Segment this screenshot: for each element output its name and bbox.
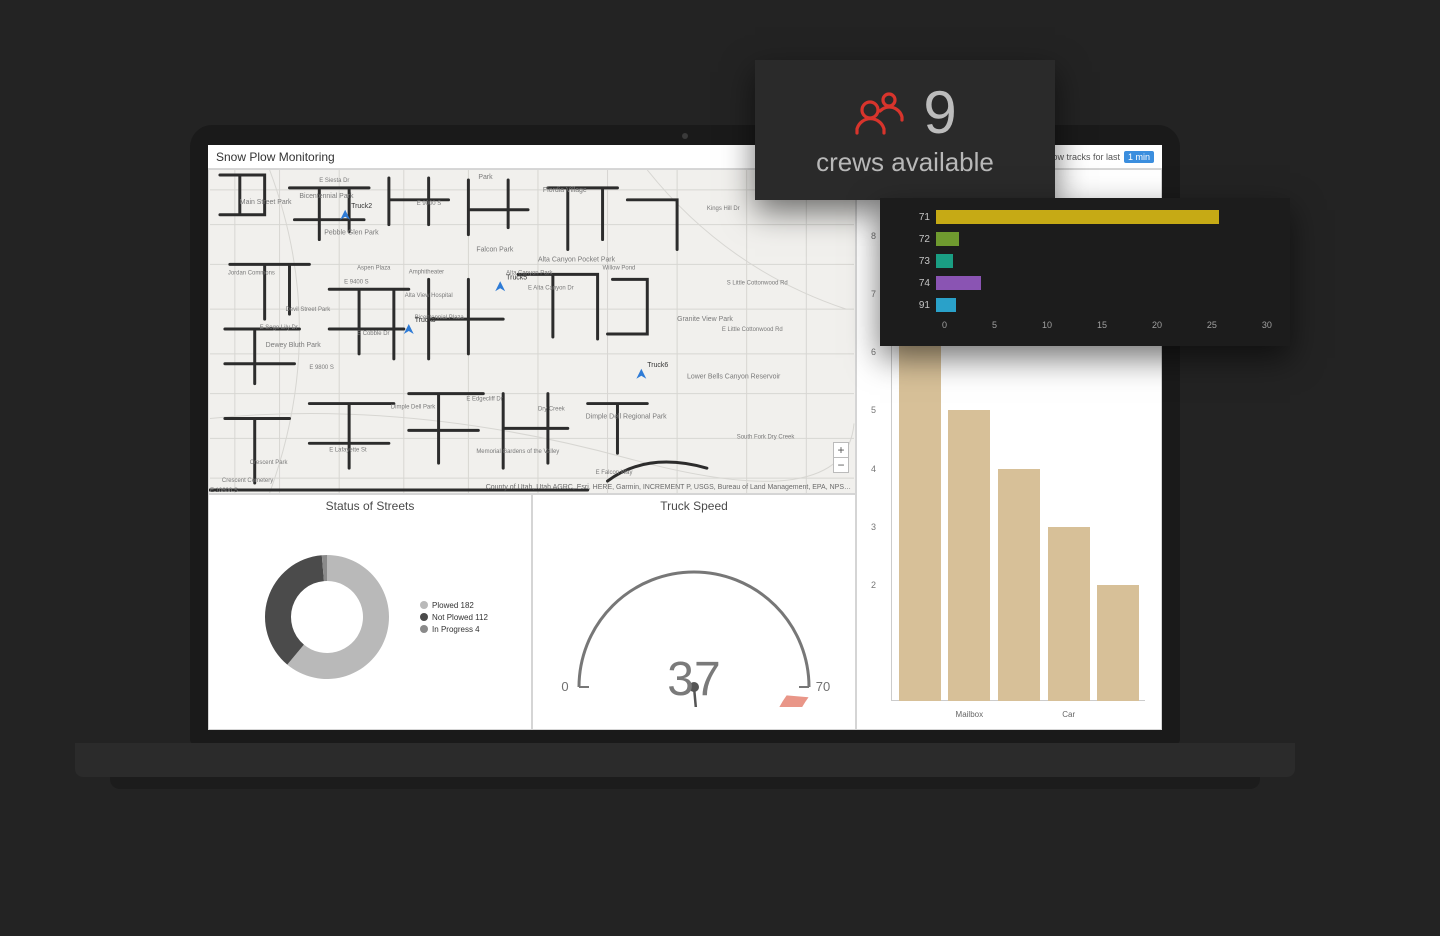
- svg-text:E Siesta Dr: E Siesta Dr: [319, 178, 349, 184]
- laptop-base: [75, 743, 1295, 777]
- vertical-bar[interactable]: [948, 410, 990, 701]
- hbar-row[interactable]: 91: [914, 294, 1272, 316]
- svg-text:E Alta Canyon Dr: E Alta Canyon Dr: [528, 285, 574, 291]
- svg-text:E 9400 S: E 9400 S: [344, 279, 369, 285]
- hbar-row[interactable]: 72: [914, 228, 1272, 250]
- hbar-row[interactable]: 74: [914, 272, 1272, 294]
- laptop-foot: [110, 777, 1260, 789]
- crews-count: 9: [923, 83, 956, 143]
- map-svg[interactable]: E Siesta Dr Bicentennial Park Main Street …: [209, 170, 855, 493]
- svg-text:E Sego Lily Dr: E Sego Lily Dr: [260, 325, 298, 331]
- crews-available-card: 9 crews available: [755, 60, 1055, 200]
- dashboard-title: Snow Plow Monitoring: [216, 150, 335, 164]
- camera-dot: [682, 133, 688, 139]
- truck-marker[interactable]: Truck5: [495, 274, 527, 291]
- svg-text:E 9800 S: E 9800 S: [309, 365, 334, 371]
- svg-text:Truck2: Truck2: [351, 203, 372, 210]
- svg-text:Granite View Park: Granite View Park: [677, 316, 733, 323]
- vertical-bar[interactable]: [998, 469, 1040, 701]
- map-panel[interactable]: E Siesta Dr Bicentennial Park Main Street …: [208, 169, 856, 494]
- svg-text:Memorial Gardens of the Valley: Memorial Gardens of the Valley: [476, 449, 559, 455]
- svg-text:Jordan Commons: Jordan Commons: [228, 270, 275, 276]
- streets-title: Status of Streets: [209, 495, 531, 517]
- speed-title: Truck Speed: [533, 495, 855, 517]
- svg-text:Amphitheater: Amphitheater: [409, 269, 444, 275]
- svg-text:E Cobble Dr: E Cobble Dr: [357, 331, 389, 337]
- speed-panel: Truck Speed 010203040506070 37: [532, 494, 856, 730]
- svg-text:S Little Cottonwood Rd: S Little Cottonwood Rd: [727, 280, 788, 286]
- svg-text:E 10600 S: E 10600 S: [210, 488, 238, 493]
- svg-text:Bicentennial Park: Bicentennial Park: [299, 193, 354, 200]
- svg-text:Dimple Dell Regional Park: Dimple Dell Regional Park: [586, 413, 668, 420]
- svg-text:Truck5: Truck5: [506, 274, 527, 281]
- map-zoom-control[interactable]: + −: [833, 442, 849, 473]
- truck-marker[interactable]: Truck2: [340, 203, 372, 220]
- svg-text:Willow Pond: Willow Pond: [603, 265, 636, 271]
- svg-text:Aspen Plaza: Aspen Plaza: [357, 265, 391, 271]
- svg-text:Kings Hill Dr: Kings Hill Dr: [707, 206, 740, 212]
- svg-text:E Edgecliff Dr: E Edgecliff Dr: [466, 397, 502, 403]
- svg-text:Lower Bells Canyon Reservoir: Lower Bells Canyon Reservoir: [687, 374, 781, 381]
- legend-item[interactable]: Plowed 182: [420, 601, 488, 610]
- tracks-control[interactable]: Show tracks for last 1 min: [1041, 151, 1154, 163]
- svg-text:Truck6: Truck6: [647, 362, 668, 369]
- svg-text:E Falcon Way: E Falcon Way: [596, 470, 633, 476]
- truck-marker[interactable]: Truck3: [404, 317, 436, 334]
- tracks-value[interactable]: 1 min: [1124, 151, 1154, 163]
- hbar-row[interactable]: 73: [914, 250, 1272, 272]
- svg-text:Dry Creek: Dry Creek: [538, 407, 565, 413]
- svg-text:Falcon Park: Falcon Park: [476, 246, 514, 253]
- svg-text:Flordia Village: Flordia Village: [543, 187, 587, 194]
- svg-text:Alta View Hospital: Alta View Hospital: [405, 293, 453, 299]
- svg-text:E Lafayette St: E Lafayette St: [329, 447, 367, 453]
- svg-text:Truck3: Truck3: [415, 317, 436, 324]
- svg-text:Crescent Cemetery: Crescent Cemetery: [222, 478, 273, 484]
- hbar-row[interactable]: 71: [914, 206, 1272, 228]
- svg-text:E 9000 S: E 9000 S: [417, 201, 442, 207]
- people-icon: [853, 89, 907, 137]
- streets-legend: Plowed 182 Not Plowed 112 In Progress 4: [420, 598, 488, 637]
- map-attribution: County of Utah, Utah AGRC, Esri, HERE, G…: [486, 484, 851, 491]
- popup-bar-chart[interactable]: 7172737491051015202530: [880, 198, 1290, 346]
- streets-donut-chart[interactable]: [252, 542, 402, 692]
- svg-text:E Little Cottonwood Rd: E Little Cottonwood Rd: [722, 327, 783, 333]
- speed-value: 37: [533, 652, 855, 707]
- truck-marker[interactable]: Truck6: [636, 362, 668, 379]
- svg-text:Dewey Bluth Park: Dewey Bluth Park: [266, 342, 322, 349]
- svg-text:Main Street Park: Main Street Park: [240, 199, 292, 206]
- svg-text:Park: Park: [478, 174, 493, 181]
- svg-text:Alta Canyon Pocket Park: Alta Canyon Pocket Park: [538, 256, 616, 263]
- svg-text:Pebble Glen Park: Pebble Glen Park: [324, 230, 379, 237]
- svg-text:Devil Street Park: Devil Street Park: [286, 307, 331, 313]
- legend-item[interactable]: In Progress 4: [420, 625, 488, 634]
- legend-item[interactable]: Not Plowed 112: [420, 613, 488, 622]
- crews-label: crews available: [816, 147, 994, 178]
- streets-panel: Status of Streets Plowed 182 Not Plowed 1…: [208, 494, 532, 730]
- svg-text:Dimple Dell Park: Dimple Dell Park: [391, 405, 435, 411]
- zoom-in-button[interactable]: +: [834, 443, 848, 458]
- svg-text:South Fork Dry Creek: South Fork Dry Creek: [737, 434, 795, 440]
- svg-text:Crescent Park: Crescent Park: [250, 460, 288, 466]
- zoom-out-button[interactable]: −: [834, 458, 848, 472]
- vertical-bar[interactable]: [1048, 527, 1090, 701]
- vertical-bar[interactable]: [1097, 585, 1139, 701]
